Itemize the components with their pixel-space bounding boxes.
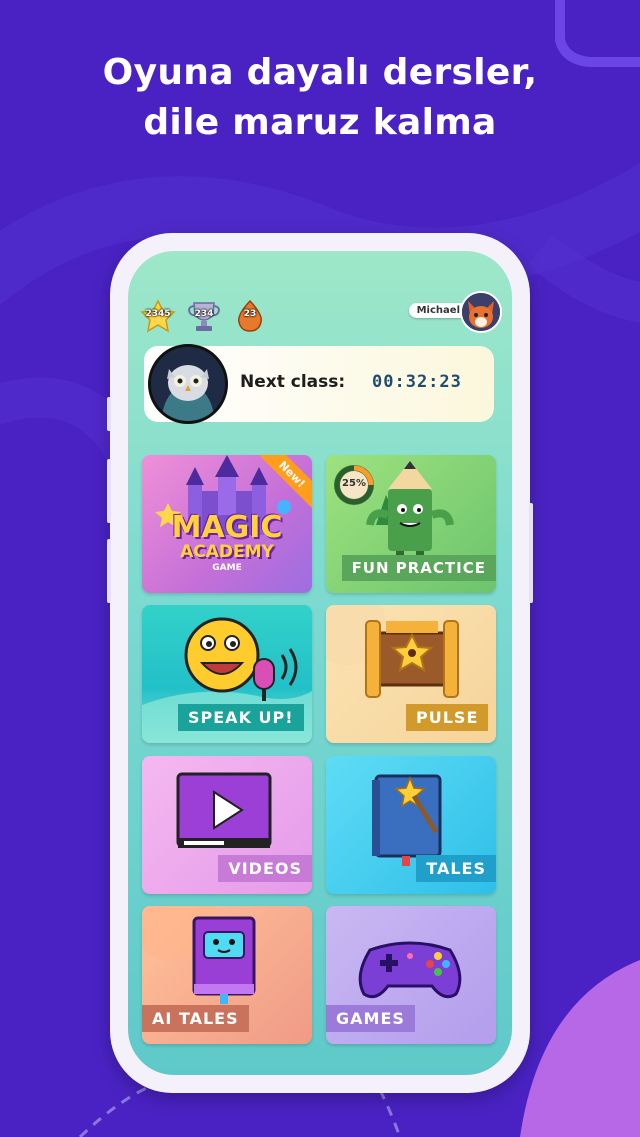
- next-class-timer: 00:32:23: [372, 372, 462, 392]
- fox-avatar-icon: [460, 291, 502, 333]
- stars-stat[interactable]: 2345: [138, 299, 178, 333]
- fun-practice-card[interactable]: 25% FUN PRACTICE: [326, 455, 496, 593]
- ai-tales-card[interactable]: AI TALES: [142, 906, 312, 1044]
- phone-volume-down-button: [107, 539, 111, 603]
- speak-up-label: SPEAK UP!: [178, 704, 304, 731]
- pulse-label: PULSE: [406, 704, 489, 731]
- app-screen: 2345 234 23 Michael Next class: 00:32:23…: [128, 251, 512, 1075]
- phone-side-button: [107, 397, 111, 431]
- trophies-stat[interactable]: 234: [184, 299, 224, 333]
- trophies-value: 234: [194, 309, 214, 319]
- phone-volume-up-button: [107, 459, 111, 523]
- tales-card[interactable]: TALES: [326, 756, 496, 894]
- stars-value: 2345: [145, 309, 171, 319]
- fun-practice-label: FUN PRACTICE: [341, 555, 496, 581]
- headline: Oyuna dayalı dersler, dile maruz kalma: [0, 48, 640, 148]
- magic-academy-card[interactable]: MAGIC ACADEMY GAME New!: [142, 455, 312, 593]
- headline-line-2: dile maruz kalma: [143, 102, 497, 143]
- academy-title: ACADEMY: [180, 542, 274, 562]
- owl-teacher-icon: [148, 344, 228, 424]
- phone-power-button: [529, 503, 533, 603]
- progress-text: 25%: [342, 478, 366, 489]
- pulse-card[interactable]: PULSE: [326, 605, 496, 743]
- games-card[interactable]: GAMES: [326, 906, 496, 1044]
- magic-title: MAGIC: [171, 510, 283, 545]
- headline-line-1: Oyuna dayalı dersler,: [102, 52, 538, 93]
- videos-card[interactable]: VIDEOS: [142, 756, 312, 894]
- drops-stat[interactable]: 23: [230, 299, 270, 333]
- next-class-banner[interactable]: Next class: 00:32:23: [144, 344, 494, 424]
- user-profile[interactable]: Michael: [392, 291, 502, 333]
- drops-value: 23: [243, 309, 257, 319]
- games-label: GAMES: [326, 1005, 415, 1032]
- ai-tales-label: AI TALES: [142, 1005, 249, 1032]
- progress-ring: 25%: [334, 465, 374, 505]
- videos-label: VIDEOS: [218, 855, 312, 882]
- tales-label: TALES: [416, 855, 496, 882]
- next-class-label: Next class:: [240, 372, 346, 392]
- speak-up-card[interactable]: SPEAK UP!: [142, 605, 312, 743]
- game-subtitle: GAME: [212, 563, 242, 573]
- phone-frame: 2345 234 23 Michael Next class: 00:32:23…: [107, 233, 533, 1093]
